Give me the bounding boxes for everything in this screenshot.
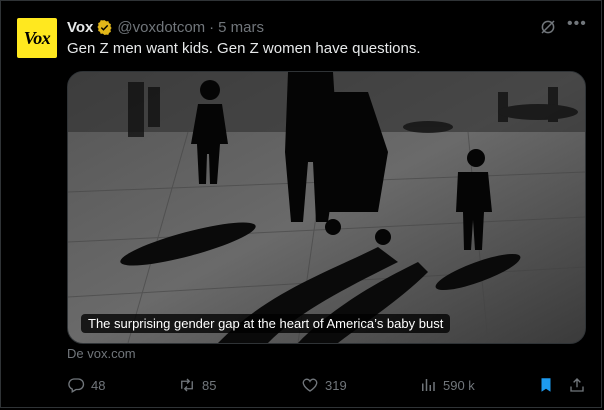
views-button[interactable]: 590 k bbox=[419, 373, 475, 397]
grok-icon[interactable] bbox=[539, 18, 557, 36]
reply-icon bbox=[68, 378, 85, 393]
share-button[interactable] bbox=[568, 373, 592, 397]
like-count: 319 bbox=[325, 377, 347, 393]
tweet-date[interactable]: 5 mars bbox=[218, 19, 264, 36]
card-image bbox=[68, 72, 585, 343]
card-source[interactable]: De vox.com bbox=[67, 346, 136, 361]
author-name[interactable]: Vox bbox=[67, 19, 93, 36]
link-card[interactable]: The surprising gender gap at the heart o… bbox=[67, 71, 586, 344]
verified-badge-icon bbox=[97, 19, 112, 35]
author-handle[interactable]: @voxdotcom bbox=[117, 19, 205, 36]
share-icon bbox=[570, 378, 584, 392]
tweet-card[interactable]: Vox Vox @voxdotcom · 5 mars ••• Gen Z me… bbox=[0, 0, 602, 408]
like-icon bbox=[302, 378, 318, 392]
tweet-actions: 48 85 319 590 k bbox=[67, 373, 587, 397]
reply-count: 48 bbox=[91, 377, 106, 393]
repost-count: 85 bbox=[202, 377, 217, 393]
bookmark-button[interactable] bbox=[537, 373, 561, 397]
tweet-text: Gen Z men want kids. Gen Z women have qu… bbox=[67, 40, 421, 57]
bookmark-icon bbox=[541, 378, 551, 392]
repost-icon bbox=[181, 378, 193, 392]
repost-button[interactable]: 85 bbox=[178, 373, 216, 397]
reply-button[interactable]: 48 bbox=[67, 373, 105, 397]
tweet-header: Vox @voxdotcom · 5 mars bbox=[67, 17, 264, 37]
header-separator: · bbox=[209, 18, 215, 36]
views-count: 590 k bbox=[443, 377, 475, 393]
more-icon[interactable]: ••• bbox=[567, 15, 586, 33]
avatar[interactable]: Vox bbox=[17, 18, 57, 58]
views-icon bbox=[422, 379, 435, 391]
card-caption: The surprising gender gap at the heart o… bbox=[81, 314, 451, 333]
like-button[interactable]: 319 bbox=[301, 373, 347, 397]
avatar-logo-text: Vox bbox=[23, 27, 51, 48]
